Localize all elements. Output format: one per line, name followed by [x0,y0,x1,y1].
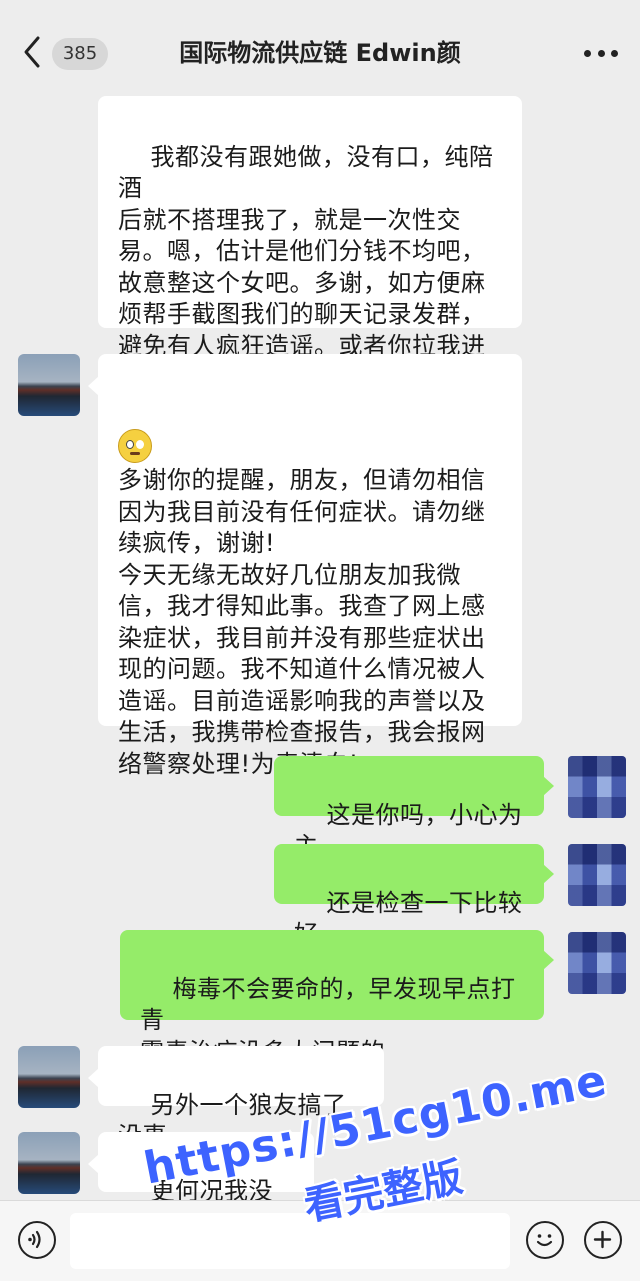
emoji-button-icon[interactable] [526,1221,564,1259]
message-bubble-outgoing[interactable]: 这是你吗，小心为主 [274,756,554,860]
message-bubble-outgoing[interactable]: 梅毒不会要命的，早发现早点打青 霉素治疗没多大问题的 [120,930,554,1066]
my-avatar[interactable] [568,756,626,818]
chat-title: 国际物流供应链 Edwin颜 [179,39,461,67]
contact-avatar[interactable] [18,354,80,416]
face-emoji-icon [118,429,152,463]
voice-input-icon[interactable] [18,1221,56,1259]
plus-more-icon[interactable] [584,1221,622,1259]
back-arrow-icon[interactable] [18,34,48,70]
message-bubble-outgoing[interactable]: 还是检查一下比较好 [274,844,554,948]
chat-header: 385 国际物流供应链 Edwin颜 [0,0,640,96]
unread-count-badge[interactable]: 385 [52,38,108,70]
my-avatar[interactable] [568,932,626,994]
more-options-icon[interactable] [584,44,618,62]
contact-avatar[interactable] [18,1132,80,1194]
my-avatar[interactable] [568,844,626,906]
message-bubble-incoming[interactable]: 我都没有跟她做，没有口，纯陪酒 后就不搭理我了，就是一次性交 易。嗯，估计是他们… [98,96,522,391]
message-text: 多谢你的提醒，朋友，但请勿相信 因为我目前没有任何症状。请勿继 续疯传，谢谢! … [118,466,486,778]
message-bubble-incoming[interactable]: 多谢你的提醒，朋友，但请勿相信 因为我目前没有任何症状。请勿继 续疯传，谢谢! … [88,354,522,778]
message-list[interactable]: 我都没有跟她做，没有口，纯陪酒 后就不搭理我了，就是一次性交 易。嗯，估计是他们… [0,96,640,1236]
contact-avatar[interactable] [18,1046,80,1108]
